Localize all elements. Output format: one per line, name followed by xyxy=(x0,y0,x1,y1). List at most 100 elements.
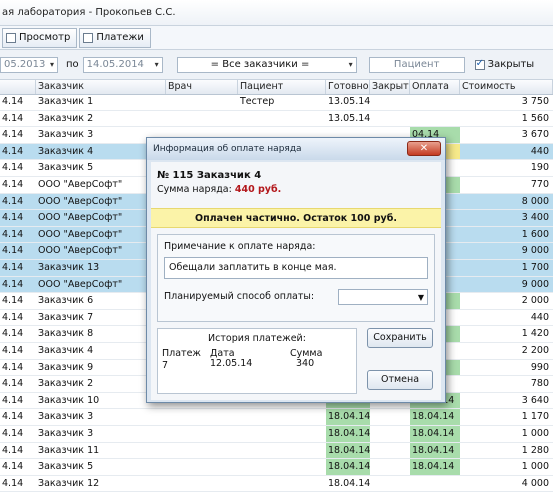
col-doctor[interactable]: Врач xyxy=(166,80,238,94)
cell-cost: 1 280 xyxy=(521,444,549,456)
window-title: ая лаборатория - Прокопьев С.С. xyxy=(2,7,176,18)
grid-header: Заказчик Врач Пациент Готовность Закрыт … xyxy=(0,80,553,95)
cell-doctor xyxy=(166,94,238,110)
cell-closed xyxy=(370,443,410,459)
cell-date: 4.14 xyxy=(2,311,24,323)
tab-view[interactable]: Просмотр xyxy=(2,27,78,48)
cell-closed xyxy=(370,476,410,492)
payments-icon xyxy=(83,32,94,43)
payment-info-dialog: Информация об оплате наряда ✕ № 115 Зака… xyxy=(146,137,446,403)
date-to-label: по xyxy=(66,59,79,70)
cell-cost: 3 640 xyxy=(521,394,549,406)
chevron-down-icon[interactable]: ▾ xyxy=(155,60,159,69)
cell-date: 4.14 xyxy=(2,444,24,456)
window-titlebar: ая лаборатория - Прокопьев С.С. xyxy=(0,0,553,26)
cell-payment xyxy=(410,111,460,127)
pay-method-select[interactable]: ▼ xyxy=(338,289,428,305)
cell-cost: 1 420 xyxy=(521,328,549,340)
customers-select[interactable]: = Все заказчики = ▾ xyxy=(176,56,357,73)
closed-filter[interactable]: Закрыты xyxy=(474,58,535,70)
close-icon[interactable]: ✕ xyxy=(407,141,441,156)
cell-doctor xyxy=(166,111,238,127)
table-row[interactable]: 4.14 Заказчик 11 18.04.14 18.04.14 1 280 xyxy=(0,442,553,460)
col-closed[interactable]: Закрыт xyxy=(370,80,410,94)
order-sum-label: Сумма наряда: xyxy=(157,184,232,195)
cell-date: 4.14 xyxy=(2,162,24,174)
cell-date: 4.14 xyxy=(2,295,24,307)
table-row[interactable]: 4.14 Заказчик 12 18.04.14 4 000 xyxy=(0,476,553,493)
tab-payments[interactable]: Платежи xyxy=(79,27,151,48)
table-row[interactable]: 4.14 Заказчик 3 18.04.14 18.04.14 1 170 xyxy=(0,409,553,426)
table-row[interactable]: 4.14 Заказчик 1 Тестер 13.05.14 3 750 xyxy=(0,94,553,111)
cell-date: 4.14 xyxy=(2,245,24,257)
cell-customer: Заказчик 12 xyxy=(38,477,100,489)
note-label: Примечание к оплате наряда: xyxy=(164,241,316,252)
table-row[interactable]: 4.14 Заказчик 5 18.04.14 18.04.14 1 000 xyxy=(0,459,553,476)
closed-label: Закрыты xyxy=(487,59,535,70)
col-ready[interactable]: Готовность xyxy=(326,80,370,94)
closed-checkbox[interactable] xyxy=(474,58,485,70)
cell-date: 4.14 xyxy=(2,228,24,240)
cell-cost: 8 000 xyxy=(521,195,549,207)
cell-cost: 1 600 xyxy=(521,228,549,240)
dialog-title: Информация об оплате наряда xyxy=(147,138,445,160)
patient-input[interactable]: Пациент xyxy=(368,56,465,73)
date-to-input[interactable]: 14.05.2014 ▾ xyxy=(82,56,163,73)
cell-patient xyxy=(238,459,326,475)
date-from-input[interactable]: 05.2013 ▾ xyxy=(0,56,58,73)
save-button[interactable]: Сохранить xyxy=(367,328,433,348)
col-patient[interactable]: Пациент xyxy=(238,80,326,94)
cancel-button[interactable]: Отмена xyxy=(367,370,433,390)
chevron-down-icon[interactable]: ▾ xyxy=(50,60,54,69)
cell-cost: 1 000 xyxy=(521,428,549,439)
history-col-payment: Платеж xyxy=(162,348,201,359)
col-cost[interactable]: Стоимость xyxy=(460,80,553,94)
col-customer[interactable]: Заказчик xyxy=(36,80,166,94)
cell-date: 4.14 xyxy=(2,96,24,107)
view-icon xyxy=(6,32,16,43)
cell-cost: 1 000 xyxy=(521,461,549,473)
cell-date: 4.14 xyxy=(2,345,24,356)
cell-patient xyxy=(238,443,326,459)
cell-cost: 1 560 xyxy=(521,112,549,124)
cell-cost: 780 xyxy=(530,378,549,390)
cell-customer: Заказчик 11 xyxy=(38,444,100,456)
cell-customer: Заказчик 1 xyxy=(38,96,94,107)
cell-date: 4.14 xyxy=(2,428,24,439)
cell-customer: Заказчик 5 xyxy=(38,461,94,473)
chevron-down-icon[interactable]: ▼ xyxy=(418,293,424,302)
history-row-sum: 340 xyxy=(296,358,315,369)
table-row[interactable]: 4.14 Заказчик 2 13.05.14 1 560 xyxy=(0,111,553,128)
order-heading: № 115 Заказчик 4 xyxy=(157,170,262,181)
cell-date: 4.14 xyxy=(2,112,24,124)
cell-payment: 18.04.14 xyxy=(410,426,460,442)
cell-closed xyxy=(370,111,410,127)
cell-customer: Заказчик 3 xyxy=(38,411,94,423)
cell-cost: 9 000 xyxy=(521,278,549,290)
cell-date: 4.14 xyxy=(2,328,24,340)
cell-ready: 18.04.14 xyxy=(326,409,370,425)
cell-date: 4.14 xyxy=(2,378,24,390)
cell-patient xyxy=(238,426,326,442)
cell-payment xyxy=(410,94,460,110)
chevron-down-icon[interactable]: ▾ xyxy=(349,60,353,69)
cell-cost: 770 xyxy=(530,179,549,190)
cell-date: 4.14 xyxy=(2,145,24,157)
dialog-body: № 115 Заказчик 4 Сумма наряда: 440 руб. … xyxy=(151,162,441,400)
cell-patient xyxy=(238,409,326,425)
customers-select-value: = Все заказчики = xyxy=(210,59,310,70)
cell-closed xyxy=(370,94,410,110)
cell-payment: 18.04.14 xyxy=(410,409,460,425)
note-input[interactable]: Обещали заплатить в конце мая. xyxy=(164,257,428,279)
cell-date: 4.14 xyxy=(2,129,24,141)
cell-ready: 18.04.14 xyxy=(326,426,370,442)
col-date[interactable] xyxy=(0,80,36,94)
note-panel: Примечание к оплате наряда: Обещали запл… xyxy=(157,234,435,322)
cell-payment: 18.04.14 xyxy=(410,459,460,475)
cell-cost: 1 170 xyxy=(521,411,549,423)
col-payment[interactable]: Оплата xyxy=(410,80,460,94)
cell-payment xyxy=(410,476,460,492)
table-row[interactable]: 4.14 Заказчик 3 18.04.14 18.04.14 1 000 xyxy=(0,426,553,443)
cell-doctor xyxy=(166,476,238,492)
cell-cost: 3 670 xyxy=(521,129,549,141)
